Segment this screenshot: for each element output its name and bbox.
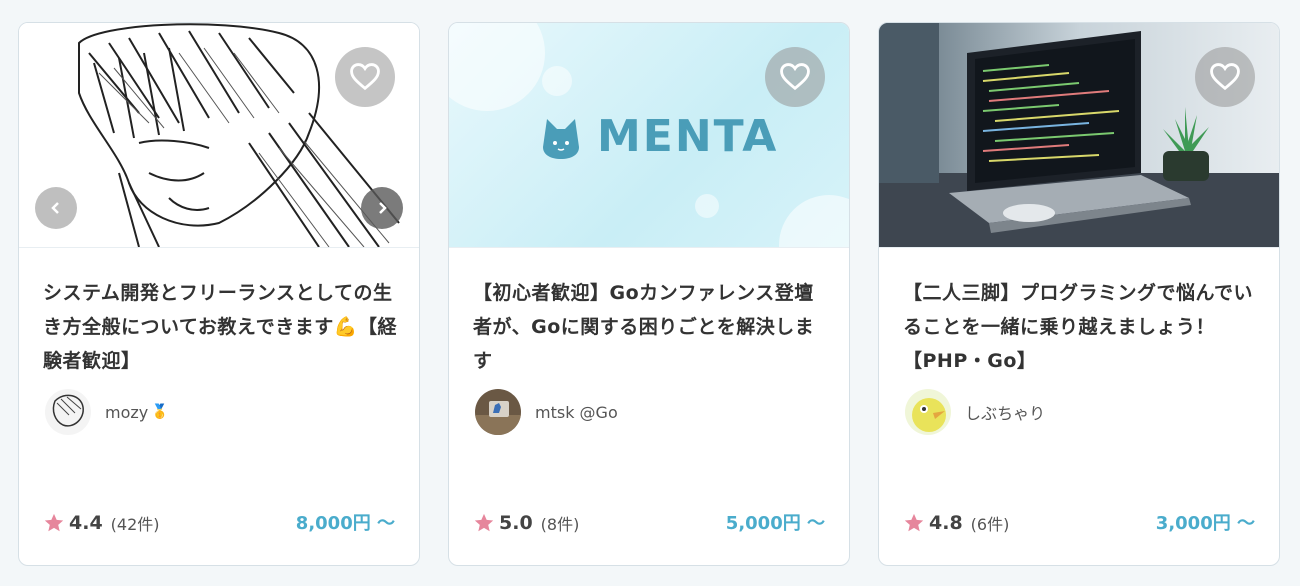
review-count: (42件)	[110, 515, 160, 534]
carousel-prev-button[interactable]	[35, 187, 77, 229]
avatar[interactable]	[475, 389, 521, 435]
favorite-button[interactable]	[765, 47, 825, 107]
carousel-next-button[interactable]	[361, 187, 403, 229]
favorite-button[interactable]	[1195, 47, 1255, 107]
mentor-name[interactable]: しぶちゃり	[965, 400, 1045, 424]
heart-outline-icon	[350, 63, 380, 91]
heart-outline-icon	[1210, 63, 1240, 91]
review-count: (6件)	[970, 515, 1010, 534]
service-thumbnail[interactable]	[19, 23, 419, 248]
price: 3,000円 〜	[1155, 513, 1255, 534]
service-title[interactable]: システム開発とフリーランスとしての生き方全般についてお教えできます💪【経験者歓迎…	[43, 276, 397, 378]
chevron-left-icon	[51, 202, 59, 214]
service-title[interactable]: 【二人三脚】プログラミングで悩んでいることを一緒に乗り越えましょう！【PHP・G…	[903, 276, 1257, 378]
star-icon	[44, 513, 64, 532]
service-card[interactable]: システム開発とフリーランスとしての生き方全般についてお教えできます💪【経験者歓迎…	[18, 22, 420, 566]
service-thumbnail[interactable]: MENTA	[449, 23, 849, 248]
avatar[interactable]	[905, 389, 951, 435]
menta-logo-text: MENTA	[597, 111, 779, 162]
service-card-grid: システム開発とフリーランスとしての生き方全般についてお教えできます💪【経験者歓迎…	[18, 22, 1280, 566]
rating: 4.8 (6件)	[903, 511, 1009, 535]
rating: 5.0 (8件)	[473, 511, 579, 535]
mentor-info[interactable]: mozy 🥇	[45, 389, 169, 435]
heart-outline-icon	[780, 63, 810, 91]
rating-score: 4.4	[69, 512, 103, 534]
chevron-right-icon	[379, 202, 387, 214]
review-count: (8件)	[540, 515, 580, 534]
favorite-button[interactable]	[335, 47, 395, 107]
rating-score: 5.0	[499, 512, 533, 534]
mentor-name[interactable]: mozy	[105, 403, 148, 422]
service-title[interactable]: 【初心者歓迎】Goカンファレンス登壇者が、Goに関する困りごとを解決します	[473, 276, 827, 378]
price: 8,000円 〜	[295, 513, 395, 534]
star-icon	[904, 513, 924, 532]
rating: 4.4 (42件)	[43, 511, 160, 535]
mentor-name[interactable]: mtsk @Go	[535, 403, 618, 422]
rating-score: 4.8	[929, 512, 963, 534]
avatar[interactable]	[45, 389, 91, 435]
medal-badge: 🥇	[151, 404, 169, 420]
mentor-info[interactable]: しぶちゃり	[905, 389, 1045, 435]
star-icon	[474, 513, 494, 532]
service-card[interactable]: 【二人三脚】プログラミングで悩んでいることを一緒に乗り越えましょう！【PHP・G…	[878, 22, 1280, 566]
service-thumbnail[interactable]	[879, 23, 1279, 248]
service-card[interactable]: MENTA 【初心者歓迎】Goカンファレンス登壇者が、Goに関する困りごとを解決…	[448, 22, 850, 566]
mentor-info[interactable]: mtsk @Go	[475, 389, 618, 435]
price: 5,000円 〜	[725, 513, 825, 534]
